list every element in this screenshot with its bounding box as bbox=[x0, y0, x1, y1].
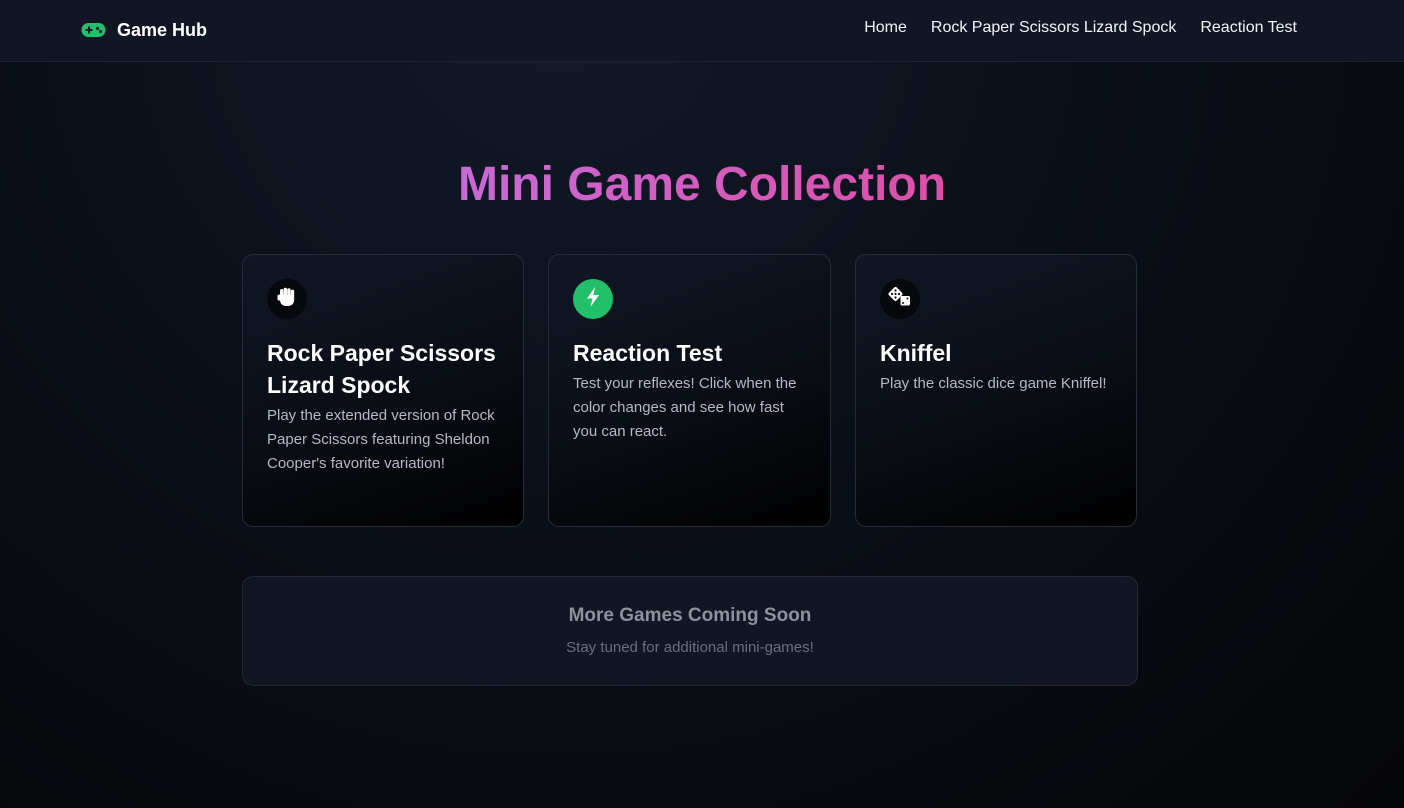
gamepad-icon bbox=[81, 22, 106, 38]
nav-link-home[interactable]: Home bbox=[864, 19, 907, 37]
nav-link-reaction-test[interactable]: Reaction Test bbox=[1200, 19, 1297, 37]
game-card-rpsls[interactable]: Rock Paper Scissors Lizard Spock Play th… bbox=[242, 254, 524, 527]
brand-title: Game Hub bbox=[117, 19, 208, 40]
card-icon-wrapper bbox=[573, 279, 613, 319]
card-title: Kniffel bbox=[880, 340, 952, 366]
game-card-kniffel[interactable]: Kniffel Play the classic dice game Kniff… bbox=[855, 254, 1137, 527]
dice-icon bbox=[887, 285, 913, 313]
coming-soon-title: More Games Coming Soon bbox=[568, 605, 812, 626]
page-title-text: Mini Game Collection bbox=[457, 158, 947, 211]
card-icon-wrapper bbox=[880, 279, 920, 319]
page-title: Mini Game Collection bbox=[0, 155, 1404, 215]
nav-links: Home Rock Paper Scissors Lizard Spock Re… bbox=[864, 19, 1297, 37]
nav-link-rpsls[interactable]: Rock Paper Scissors Lizard Spock bbox=[931, 19, 1176, 37]
card-icon-wrapper bbox=[267, 279, 307, 319]
top-navbar: Game Hub Home Rock Paper Scissors Lizard… bbox=[0, 0, 1404, 62]
brand[interactable]: Game Hub bbox=[81, 17, 207, 43]
card-description: Play the extended version of Rock Paper … bbox=[267, 407, 495, 472]
card-title: Reaction Test bbox=[573, 340, 723, 366]
coming-soon-subtitle: Stay tuned for additional mini-games! bbox=[566, 639, 814, 656]
game-card-reaction-test[interactable]: Reaction Test Test your reflexes! Click … bbox=[548, 254, 831, 527]
card-title: Rock Paper Scissors Lizard Spock bbox=[267, 340, 496, 398]
card-description: Play the classic dice game Kniffel! bbox=[880, 375, 1107, 392]
coming-soon-panel: More Games Coming Soon Stay tuned for ad… bbox=[242, 576, 1138, 686]
card-description: Test your reflexes! Click when the color… bbox=[573, 375, 797, 440]
lightning-bolt-icon bbox=[582, 285, 604, 313]
hand-rock-icon bbox=[275, 285, 299, 313]
